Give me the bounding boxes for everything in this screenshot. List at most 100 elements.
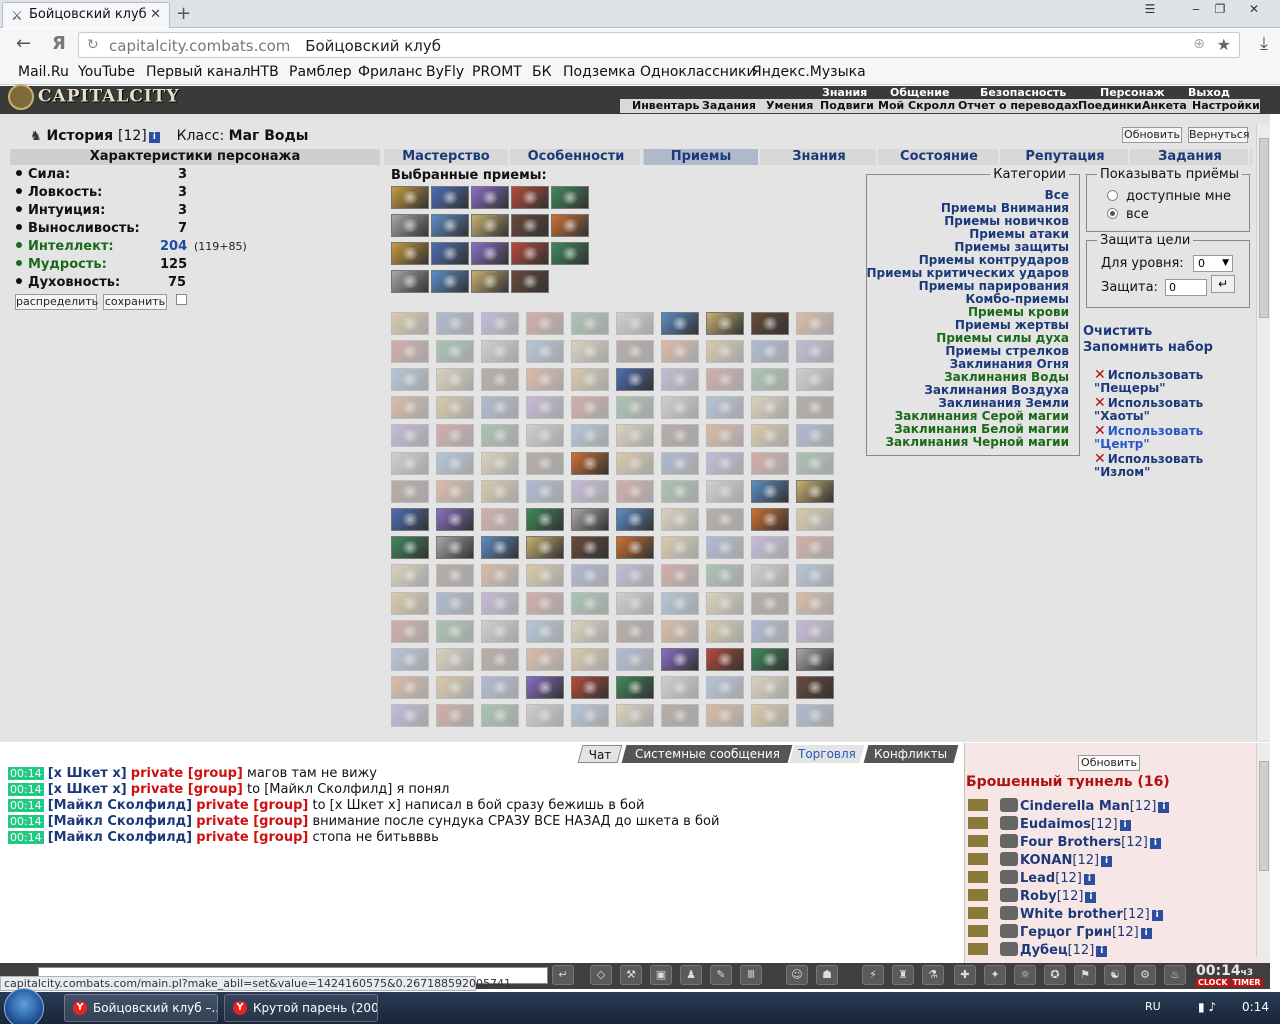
chat-tab-system[interactable]: Системные сообщения [621, 745, 793, 763]
technique-icon[interactable] [706, 452, 744, 475]
technique-icon[interactable] [751, 424, 789, 447]
technique-icon[interactable] [751, 396, 789, 419]
submenu-inventory[interactable]: Инвентарь [632, 99, 699, 112]
menu-personazh[interactable]: Персонаж [1100, 86, 1165, 99]
technique-icon[interactable] [481, 340, 519, 363]
tab-features[interactable]: Особенности [512, 149, 642, 165]
technique-icon[interactable] [616, 676, 654, 699]
technique-icon[interactable] [706, 676, 744, 699]
chat-tab-conflicts[interactable]: Конфликты [863, 745, 959, 763]
download-icon[interactable]: ⤓ [1260, 33, 1268, 54]
technique-icon[interactable] [796, 704, 834, 727]
category-link[interactable]: Заклинания Белой магии [894, 422, 1069, 436]
technique-icon[interactable] [661, 536, 699, 559]
invite-icon[interactable] [968, 799, 988, 811]
technique-icon[interactable] [481, 480, 519, 503]
technique-icon[interactable] [796, 508, 834, 531]
category-link[interactable]: Все [1045, 188, 1069, 202]
technique-icon[interactable] [391, 480, 429, 503]
technique-icon[interactable] [661, 452, 699, 475]
submenu-transfers[interactable]: Отчет о переводах [958, 99, 1079, 112]
distribute-button[interactable]: распределить [15, 294, 98, 310]
technique-icon[interactable] [706, 704, 744, 727]
toolbar-action-icon[interactable]: ☯ [1104, 965, 1126, 985]
technique-icon[interactable] [751, 480, 789, 503]
invite-icon[interactable] [968, 871, 988, 883]
technique-icon[interactable] [751, 312, 789, 335]
technique-icon[interactable] [526, 424, 564, 447]
technique-icon[interactable] [571, 564, 609, 587]
player-entry[interactable]: Eudaimos[12] i [968, 816, 1131, 832]
technique-icon[interactable] [796, 620, 834, 643]
technique-icon[interactable] [481, 704, 519, 727]
technique-icon[interactable] [796, 452, 834, 475]
timer-label[interactable]: TIMER [1230, 978, 1263, 987]
player-name[interactable]: Roby [1020, 889, 1057, 904]
technique-icon[interactable] [526, 564, 564, 587]
technique-icon[interactable] [571, 508, 609, 531]
technique-icon[interactable] [526, 620, 564, 643]
level-select[interactable]: 0 ▼ [1193, 255, 1233, 272]
technique-icon[interactable] [706, 508, 744, 531]
submenu-anketa[interactable]: Анкета [1142, 99, 1187, 112]
toolbar-action-icon[interactable]: ◇ [590, 965, 612, 985]
technique-icon[interactable] [481, 676, 519, 699]
category-link[interactable]: Комбо-приемы [965, 292, 1069, 306]
technique-icon[interactable] [661, 312, 699, 335]
technique-icon[interactable] [661, 564, 699, 587]
submenu-tasks[interactable]: Задания [702, 99, 756, 112]
invite-icon[interactable] [968, 925, 988, 937]
technique-icon[interactable] [796, 676, 834, 699]
invite-icon[interactable] [968, 943, 988, 955]
technique-icon[interactable] [481, 508, 519, 531]
category-link[interactable]: Заклинания Воды [944, 370, 1069, 384]
technique-icon[interactable] [661, 340, 699, 363]
invite-icon[interactable] [968, 889, 988, 901]
radio-available-circle[interactable] [1107, 190, 1118, 201]
technique-icon[interactable] [616, 564, 654, 587]
technique-icon[interactable] [661, 676, 699, 699]
player-entry[interactable]: Дубец[12] i [968, 942, 1108, 958]
invite-icon[interactable] [968, 853, 988, 865]
technique-icon[interactable] [751, 452, 789, 475]
technique-icon[interactable] [391, 270, 429, 293]
technique-icon[interactable] [661, 424, 699, 447]
technique-icon[interactable] [481, 424, 519, 447]
technique-icon[interactable] [391, 242, 429, 265]
radio-available[interactable]: доступные мне [1107, 189, 1231, 204]
address-bar[interactable]: ↻ capitalcity.combats.com Бойцовский клу… [78, 32, 1240, 58]
menu-icon[interactable]: ☰ [1136, 2, 1164, 20]
submenu-skills[interactable]: Умения [766, 99, 813, 112]
technique-icon[interactable] [481, 648, 519, 671]
technique-icon[interactable] [436, 704, 474, 727]
technique-icon[interactable] [571, 368, 609, 391]
clock-label[interactable]: CLOCK [1196, 978, 1230, 987]
technique-icon[interactable] [526, 396, 564, 419]
technique-icon[interactable] [706, 480, 744, 503]
chat-tab-chat[interactable]: Чат [577, 745, 623, 763]
technique-icon[interactable] [551, 214, 589, 237]
category-link[interactable]: Приемы жертвы [955, 318, 1069, 332]
language-indicator[interactable]: RU [1145, 1000, 1161, 1013]
player-name[interactable]: White brother [1020, 907, 1123, 922]
technique-icon[interactable] [511, 242, 549, 265]
info-icon[interactable]: i [1149, 838, 1161, 849]
technique-icon[interactable] [661, 648, 699, 671]
technique-icon[interactable] [436, 396, 474, 419]
technique-icon[interactable] [511, 214, 549, 237]
category-link[interactable]: Приемы стрелков [945, 344, 1069, 358]
technique-icon[interactable] [616, 312, 654, 335]
technique-icon[interactable] [391, 704, 429, 727]
technique-icon[interactable] [526, 340, 564, 363]
bookmark-byfly[interactable]: ByFly [426, 64, 464, 80]
toolbar-action-icon[interactable]: ⚗ [922, 965, 944, 985]
technique-icon[interactable] [391, 564, 429, 587]
technique-icon[interactable] [436, 480, 474, 503]
technique-icon[interactable] [616, 368, 654, 391]
bookmark-bk[interactable]: БК [532, 64, 552, 80]
toolbar-action-icon[interactable]: ✚ [954, 965, 976, 985]
player-entry[interactable]: KONAN[12] i [968, 852, 1113, 868]
technique-icon[interactable] [706, 368, 744, 391]
technique-icon[interactable] [706, 340, 744, 363]
invite-icon[interactable] [968, 817, 988, 829]
